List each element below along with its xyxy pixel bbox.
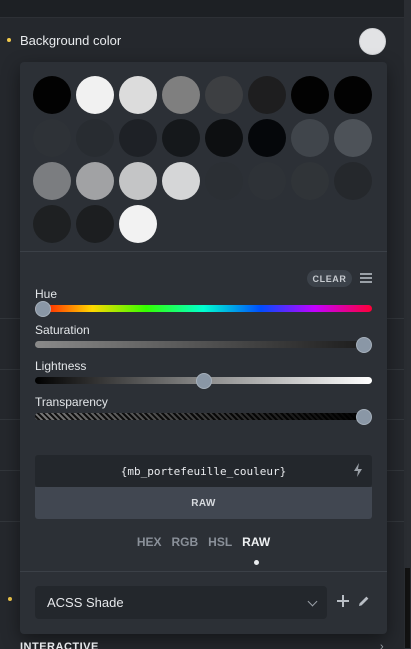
modified-indicator [8, 597, 12, 601]
palette-separator [20, 251, 387, 252]
raw-mode-bar[interactable]: RAW [35, 487, 372, 519]
clear-button[interactable]: CLEAR [307, 270, 352, 287]
color-swatch[interactable] [33, 119, 71, 157]
color-swatch[interactable] [119, 76, 157, 114]
color-swatch[interactable] [291, 119, 329, 157]
saturation-slider[interactable] [35, 337, 372, 353]
shade-select[interactable]: ACSS Shade [35, 586, 327, 619]
color-swatch[interactable] [334, 76, 372, 114]
divider [0, 369, 20, 370]
format-tabs: HEX RGB HSL RAW [20, 535, 387, 549]
color-swatch[interactable] [119, 205, 157, 243]
color-swatch[interactable] [162, 162, 200, 200]
color-swatch[interactable] [162, 119, 200, 157]
color-swatch[interactable] [248, 76, 286, 114]
color-swatch[interactable] [248, 162, 286, 200]
hue-label: Hue [35, 287, 58, 301]
color-swatch[interactable] [162, 76, 200, 114]
divider [386, 470, 404, 471]
divider [386, 318, 404, 319]
format-separator [20, 571, 387, 572]
color-swatch[interactable] [119, 119, 157, 157]
color-swatch[interactable] [334, 162, 372, 200]
divider [0, 419, 20, 420]
color-swatch[interactable] [291, 76, 329, 114]
color-swatch[interactable] [205, 162, 243, 200]
color-swatch[interactable] [291, 162, 329, 200]
background-color-row: Background color [0, 18, 404, 62]
transparency-label: Transparency [35, 395, 108, 409]
divider [0, 318, 20, 319]
modified-indicator [7, 38, 11, 42]
color-swatch[interactable] [334, 119, 372, 157]
bolt-icon[interactable] [353, 463, 363, 477]
format-tab-raw[interactable]: RAW [242, 535, 270, 549]
format-tab-hex[interactable]: HEX [137, 535, 162, 549]
color-swatch[interactable] [33, 205, 71, 243]
color-swatch[interactable] [205, 119, 243, 157]
divider [386, 419, 404, 420]
transparency-slider-handle[interactable] [356, 409, 372, 425]
color-swatch[interactable] [76, 119, 114, 157]
color-picker-popup: CLEAR Hue Saturation Lightness Transpare… [20, 62, 387, 634]
color-variable-value: {mb_portefeuille_couleur} [120, 464, 287, 478]
color-swatch-trigger[interactable] [359, 28, 386, 55]
color-swatch[interactable] [76, 205, 114, 243]
hue-slider-handle[interactable] [35, 301, 51, 317]
format-tab-hsl[interactable]: HSL [208, 535, 232, 549]
lightness-label: Lightness [35, 359, 87, 373]
divider [0, 470, 20, 471]
divider [386, 369, 404, 370]
color-swatch[interactable] [248, 119, 286, 157]
lightness-slider-handle[interactable] [195, 373, 212, 389]
color-swatch[interactable] [205, 76, 243, 114]
color-swatch[interactable] [76, 76, 114, 114]
scrollbar[interactable] [404, 0, 411, 649]
color-swatch[interactable] [119, 162, 157, 200]
format-tab-rgb[interactable]: RGB [172, 535, 199, 549]
divider [386, 521, 404, 522]
saturation-slider-handle[interactable] [356, 337, 372, 353]
color-swatch[interactable] [76, 162, 114, 200]
field-label: Background color [20, 32, 122, 48]
saturation-label: Saturation [35, 323, 90, 337]
hue-slider[interactable] [35, 301, 372, 317]
divider [0, 521, 20, 522]
color-swatch[interactable] [33, 162, 71, 200]
chevron-right-icon[interactable]: › [380, 641, 384, 649]
add-icon[interactable] [337, 595, 349, 607]
shade-select-value: ACSS Shade [47, 595, 124, 610]
format-indicator-dot [254, 560, 259, 565]
chevron-down-icon [307, 596, 318, 607]
scrollbar-thumb[interactable] [405, 568, 410, 648]
menu-icon[interactable] [360, 273, 372, 283]
pencil-icon[interactable] [358, 595, 370, 607]
section-label: INTERACTIVE [20, 641, 99, 649]
lightness-slider[interactable] [35, 373, 372, 389]
transparency-slider[interactable] [35, 409, 372, 425]
color-swatch[interactable] [33, 76, 71, 114]
color-variable-field[interactable]: {mb_portefeuille_couleur} [35, 455, 372, 487]
top-strip [0, 0, 411, 18]
